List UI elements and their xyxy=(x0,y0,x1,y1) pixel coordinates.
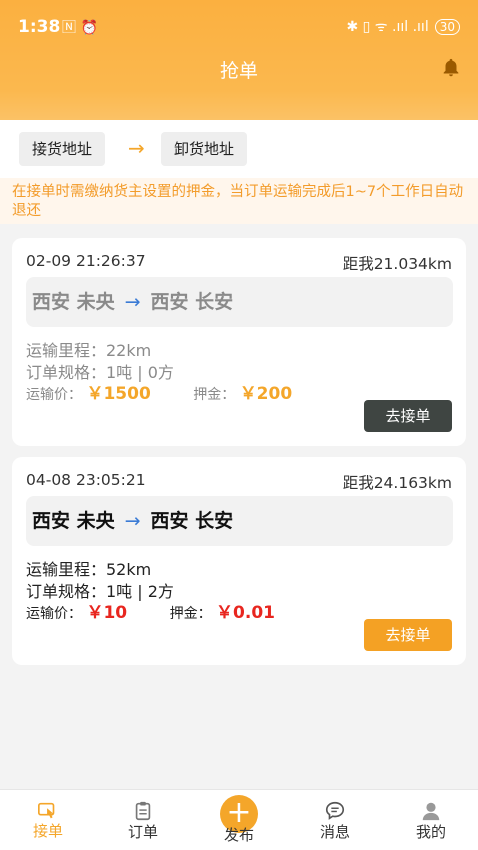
header: 1:38 🄽 ⏰ ✱ ▯ ᯤ .ııl .ııl 30 抢单 xyxy=(0,0,478,120)
order-card[interactable]: 02-09 21:26:37 距我21.034km 西安 未央 → 西安 长安 运输… xyxy=(12,238,466,446)
nav-item-mine[interactable]: 我的 xyxy=(391,790,471,850)
page-title: 抢单 xyxy=(219,60,258,82)
deposit-notice: 在接单时需缴纳货主设置的押金，当订单运输完成后1~7个工作日自动退还 xyxy=(0,178,478,224)
chat-bubble-icon xyxy=(325,801,345,820)
order-distance: 距我24.163km xyxy=(342,474,452,492)
route-destination: 西安 长安 xyxy=(150,291,234,313)
notification-icons: 🄽 ⏰ xyxy=(62,20,98,36)
route-arrow-icon: → xyxy=(124,291,141,313)
deposit-label: 押金： xyxy=(193,387,236,403)
order-datetime: 02-09 21:26:37 xyxy=(26,252,146,270)
order-mileage: 运输里程：22km xyxy=(26,341,152,360)
address-filter-bar: 接货地址 → 卸货地址 xyxy=(0,120,478,178)
order-price-row: 运输价： ￥1500 押金： ￥200 xyxy=(26,379,292,404)
route-origin: 西安 未央 xyxy=(32,291,115,313)
arrow-right-icon: → xyxy=(128,136,145,160)
nav-label: 发布 xyxy=(223,826,254,844)
bell-icon[interactable] xyxy=(440,57,462,79)
nav-item-accept[interactable]: 接单 xyxy=(8,790,88,850)
price-label: 运输价： xyxy=(26,606,82,622)
order-datetime: 04-08 23:05:21 xyxy=(26,471,146,489)
nav-label: 消息 xyxy=(319,823,350,841)
route-destination: 西安 长安 xyxy=(150,510,234,532)
pickup-address-filter[interactable]: 接货地址 xyxy=(19,132,106,166)
order-route: 西安 未央 → 西安 长安 xyxy=(26,496,453,546)
route-origin: 西安 未央 xyxy=(32,510,115,532)
status-time: 1:38 xyxy=(18,17,61,37)
status-bar: 1:38 🄽 ⏰ ✱ ▯ ᯤ .ııl .ııl 30 xyxy=(0,0,478,48)
nav-item-orders[interactable]: 订单 xyxy=(103,790,183,850)
nav-label: 接单 xyxy=(32,822,63,840)
nav-item-publish[interactable]: + 发布 xyxy=(199,790,279,850)
deposit-value: ￥0.01 xyxy=(216,603,275,623)
nav-label: 我的 xyxy=(415,823,446,841)
order-route: 西安 未央 → 西安 长安 xyxy=(26,277,453,327)
clipboard-icon xyxy=(135,801,151,821)
system-icons: ✱ ▯ ᯤ .ııl .ııl 30 xyxy=(346,17,460,36)
order-distance: 距我21.034km xyxy=(342,255,452,273)
order-price-row: 运输价： ￥10 押金： ￥0.01 xyxy=(26,598,275,623)
user-icon xyxy=(422,802,440,821)
nav-label: 订单 xyxy=(127,823,158,841)
deposit-label: 押金： xyxy=(169,606,212,622)
order-card[interactable]: 04-08 23:05:21 距我24.163km 西安 未央 → 西安 长安 运输… xyxy=(12,457,466,665)
deposit-value: ￥200 xyxy=(239,384,293,404)
hand-pointer-icon xyxy=(38,802,55,819)
accept-order-button[interactable]: 去接单 xyxy=(364,400,452,432)
nav-item-messages[interactable]: 消息 xyxy=(295,790,375,850)
bottom-nav: 接单 订单 + 发布 消息 我的 xyxy=(0,789,478,850)
accept-order-button[interactable]: 去接单 xyxy=(364,619,452,651)
route-arrow-icon: → xyxy=(124,510,141,532)
order-mileage: 运输里程：52km xyxy=(26,560,152,579)
battery-icon: 30 xyxy=(434,18,460,35)
price-value: ￥10 xyxy=(86,603,128,623)
price-label: 运输价： xyxy=(26,387,82,403)
price-value: ￥1500 xyxy=(86,384,151,404)
unload-address-filter[interactable]: 卸货地址 xyxy=(161,132,248,166)
signal-icons: ✱ ▯ ᯤ .ııl .ııl xyxy=(346,19,429,35)
